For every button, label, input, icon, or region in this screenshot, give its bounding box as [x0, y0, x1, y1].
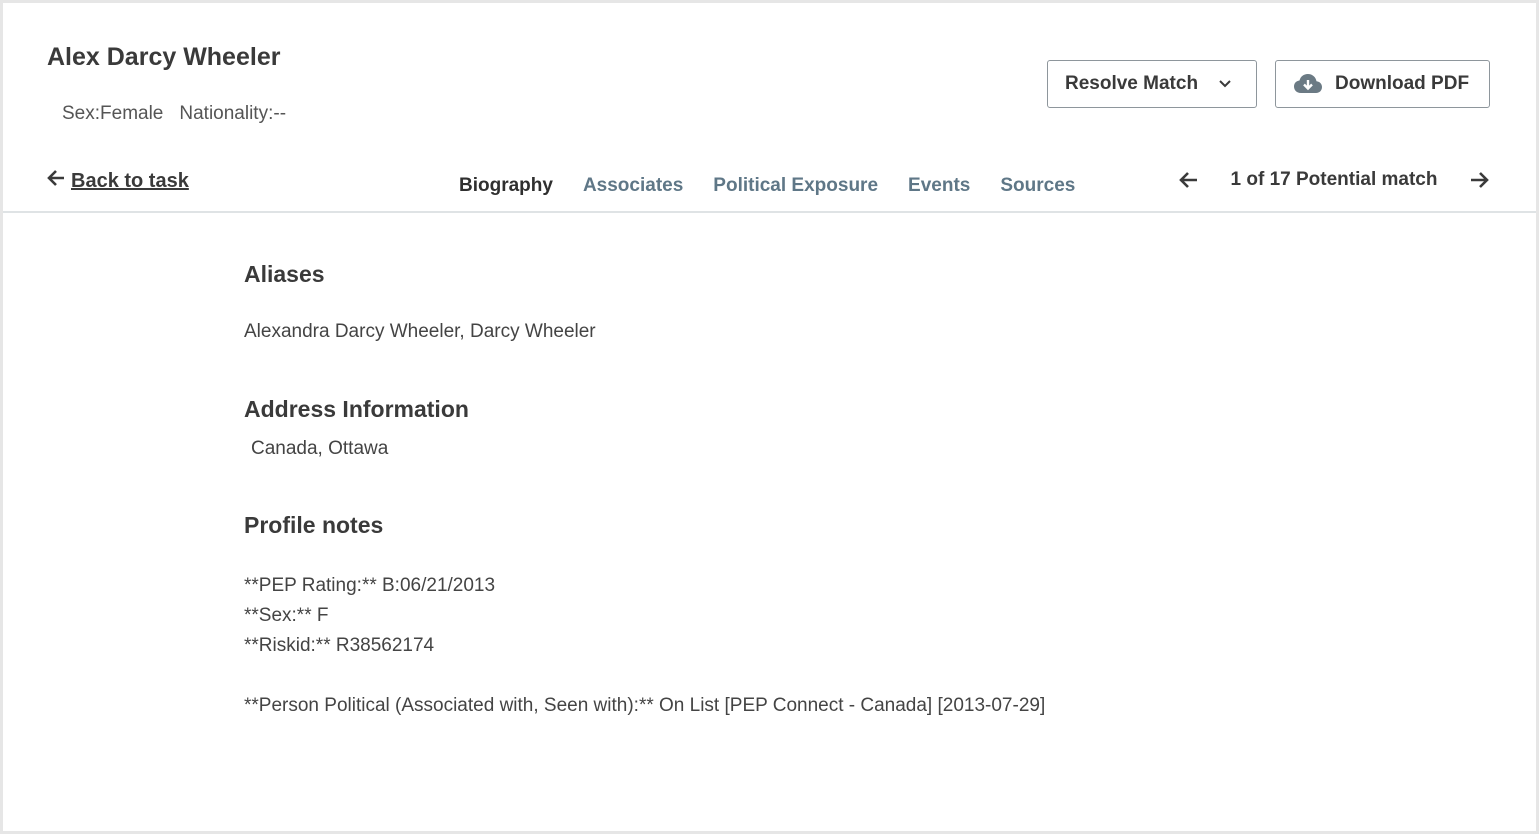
match-pager: 1 of 17 Potential match [1179, 169, 1489, 191]
profile-meta: Sex:Female Nationality:-- [62, 103, 286, 125]
profile-notes-heading: Profile notes [244, 512, 384, 538]
tab-sources[interactable]: Sources [985, 165, 1090, 213]
previous-match-arrow-icon[interactable] [1179, 171, 1199, 189]
match-detail-panel: Alex Darcy Wheeler Sex:Female Nationalit… [3, 3, 1536, 831]
resolve-match-label: Resolve Match [1065, 73, 1199, 94]
note-line-blank [244, 661, 1344, 691]
match-counter: 1 of 17 Potential match [1230, 169, 1438, 190]
download-pdf-label: Download PDF [1335, 73, 1470, 94]
address-text: Canada, Ottawa [251, 438, 389, 459]
chevron-down-icon [1218, 79, 1232, 89]
note-line-sex: **Sex:** F [244, 605, 329, 626]
tab-biography[interactable]: Biography [444, 165, 568, 213]
tabs-divider [3, 211, 1536, 213]
note-line-person-political: **Person Political (Associated with, See… [244, 695, 1046, 716]
profile-tabs: Biography Associates Political Exposure … [444, 165, 1090, 213]
sex-field: Sex:Female [62, 103, 164, 124]
tab-political-exposure[interactable]: Political Exposure [698, 165, 893, 213]
resolve-match-button[interactable]: Resolve Match [1047, 60, 1257, 108]
tab-events[interactable]: Events [893, 165, 985, 213]
download-pdf-button[interactable]: Download PDF [1275, 60, 1490, 108]
address-heading: Address Information [244, 396, 469, 422]
profile-notes: **PEP Rating:** B:06/21/2013 **Sex:** F … [244, 571, 1344, 721]
nationality-field: Nationality:-- [179, 103, 287, 124]
aliases-heading: Aliases [244, 261, 325, 287]
back-to-task-link[interactable]: Back to task [47, 169, 189, 193]
cloud-download-icon [1293, 73, 1323, 95]
tab-associates[interactable]: Associates [568, 165, 698, 213]
back-to-task-label: Back to task [71, 169, 189, 192]
note-line-riskid: **Riskid:** R38562174 [244, 635, 435, 656]
biography-content: Aliases Alexandra Darcy Wheeler, Darcy W… [244, 261, 1344, 721]
aliases-text: Alexandra Darcy Wheeler, Darcy Wheeler [244, 321, 596, 342]
arrow-left-icon [47, 169, 65, 193]
note-line-pep-rating: **PEP Rating:** B:06/21/2013 [244, 575, 496, 596]
profile-name: Alex Darcy Wheeler [47, 43, 281, 71]
next-match-arrow-icon[interactable] [1469, 171, 1489, 189]
